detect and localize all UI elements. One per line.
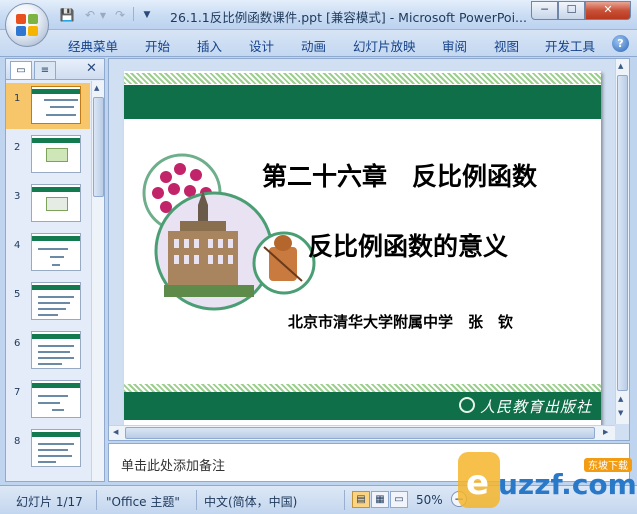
thumbnail-number: 6: [14, 338, 21, 349]
scroll-up-icon[interactable]: ▲: [618, 62, 623, 70]
tab-classic-menu[interactable]: 经典菜单: [68, 36, 118, 55]
tab-slideshow[interactable]: 幻灯片放映: [353, 36, 416, 55]
notes-placeholder[interactable]: 单击此处添加备注: [121, 455, 225, 474]
slide-canvas[interactable]: 第二十六章 反比例函数 反比例函数的意义 北京市清华大学附属中学 张 钦 人民教…: [124, 71, 601, 427]
thumbnail-item[interactable]: 6: [6, 328, 90, 374]
close-pane-icon[interactable]: ✕: [86, 61, 97, 76]
thumbnail-list: 1 2 3 4 5 6 7 8: [6, 81, 90, 481]
watermark-text: uzzf.com: [498, 468, 637, 501]
slide-title[interactable]: 第二十六章 反比例函数: [262, 157, 537, 193]
thumbnail-number: 5: [14, 289, 21, 300]
publisher-name: 人民教育出版社: [480, 398, 593, 416]
thumbnail-item[interactable]: 4: [6, 230, 90, 276]
slide-editor: 第二十六章 反比例函数 反比例函数的意义 北京市清华大学附属中学 张 钦 人民教…: [108, 58, 630, 441]
slides-pane: ▭ ≡ ✕ 1 2 3 4 5 6 7 8 ▲: [5, 58, 105, 482]
thumbnail-number: 4: [14, 240, 21, 251]
office-button[interactable]: [5, 3, 49, 47]
undo-icon[interactable]: ↶: [83, 7, 97, 23]
tab-design[interactable]: 设计: [249, 36, 274, 55]
thumbnail-item[interactable]: 8: [6, 426, 90, 472]
thumbnail-item[interactable]: 5: [6, 279, 90, 325]
thumbnail-item[interactable]: 3: [6, 181, 90, 227]
scrollbar-thumb[interactable]: [93, 97, 104, 197]
slide-thumbnail: [31, 380, 81, 418]
scroll-left-icon[interactable]: ◀: [113, 428, 118, 436]
tab-animation[interactable]: 动画: [301, 36, 326, 55]
publisher-logo-icon: [459, 397, 475, 413]
slide-thumbnail: [31, 233, 81, 271]
slide-vertical-scrollbar[interactable]: ▲ ▲ ▼: [615, 59, 629, 424]
scroll-up-icon[interactable]: ▲: [94, 84, 99, 92]
thumbnail-number: 1: [14, 93, 21, 104]
thumbnail-number: 7: [14, 387, 21, 398]
top-green-band: [124, 85, 601, 119]
minimize-button[interactable]: ─: [531, 1, 558, 20]
customize-quick-access-icon[interactable]: ▼: [141, 7, 153, 23]
top-stripe: [124, 73, 601, 84]
slide-sorter-view-icon[interactable]: ▦: [371, 491, 389, 508]
thumbnail-item[interactable]: 7: [6, 377, 90, 423]
watermark-tag: 东坡下载: [588, 459, 628, 472]
next-slide-icon[interactable]: ▼: [618, 409, 623, 417]
save-icon[interactable]: 💾: [60, 7, 75, 23]
thumbnail-scrollbar[interactable]: ▲: [91, 81, 104, 481]
slide-thumbnail: [31, 331, 81, 369]
quick-access-separator: [133, 7, 135, 21]
slides-tab-icon[interactable]: ▭: [10, 61, 32, 79]
watermark-logo: e uzzf.com 东坡下载: [458, 452, 637, 508]
help-icon[interactable]: ?: [612, 35, 629, 52]
theme-name[interactable]: "Office 主题": [106, 493, 180, 510]
thumbnail-number: 8: [14, 436, 21, 447]
pane-tabs: ▭ ≡ ✕: [6, 59, 104, 80]
scrollbar-thumb[interactable]: [617, 75, 628, 391]
tab-review[interactable]: 审阅: [442, 36, 467, 55]
previous-slide-icon[interactable]: ▲: [618, 395, 623, 403]
bottom-stripe: [124, 384, 601, 392]
slide-thumbnail: [31, 429, 81, 467]
slide-thumbnail: [31, 86, 81, 124]
maximize-button[interactable]: ☐: [558, 1, 585, 20]
close-button[interactable]: ✕: [585, 1, 631, 20]
zoom-level[interactable]: 50%: [416, 493, 443, 507]
slide-thumbnail: [31, 282, 81, 320]
thumbnail-item[interactable]: 1: [6, 83, 90, 129]
undo-dropdown-icon[interactable]: ▼: [99, 7, 107, 23]
slide-horizontal-scrollbar[interactable]: ◀ ▶: [109, 425, 615, 440]
tab-insert[interactable]: 插入: [197, 36, 222, 55]
outline-tab-icon[interactable]: ≡: [34, 61, 56, 79]
window-title: 26.1.1反比例函数课件.ppt [兼容模式] - Microsoft Pow…: [170, 10, 527, 25]
redo-icon[interactable]: ↷: [113, 7, 127, 23]
normal-view-icon[interactable]: ▤: [352, 491, 370, 508]
tab-developer[interactable]: 开发工具: [545, 36, 595, 55]
slide-subtitle[interactable]: 反比例函数的意义: [308, 227, 508, 263]
tab-home[interactable]: 开始: [145, 36, 170, 55]
tab-view[interactable]: 视图: [494, 36, 519, 55]
thumbnail-number: 3: [14, 191, 21, 202]
thumbnail-item[interactable]: 2: [6, 132, 90, 178]
slide-counter: 幻灯片 1/17: [16, 495, 83, 509]
svg-text:e: e: [466, 463, 489, 503]
ribbon-tab-bar: 经典菜单 开始 插入 设计 动画 幻灯片放映 审阅 视图 开发工具 ?: [0, 30, 637, 57]
language-indicator[interactable]: 中文(简体，中国): [204, 493, 297, 510]
slideshow-view-icon[interactable]: ▭: [390, 491, 408, 508]
office-logo-icon: [16, 14, 38, 36]
slide-thumbnail: [31, 135, 81, 173]
scroll-right-icon[interactable]: ▶: [603, 428, 608, 436]
slide-author[interactable]: 北京市清华大学附属中学 张 钦: [288, 311, 513, 332]
scrollbar-thumb[interactable]: [125, 427, 595, 439]
slide-thumbnail: [31, 184, 81, 222]
thumbnail-number: 2: [14, 142, 21, 153]
title-bar: 💾 ↶ ▼ ↷ ▼ 26.1.1反比例函数课件.ppt [兼容模式] - Mic…: [0, 0, 637, 30]
